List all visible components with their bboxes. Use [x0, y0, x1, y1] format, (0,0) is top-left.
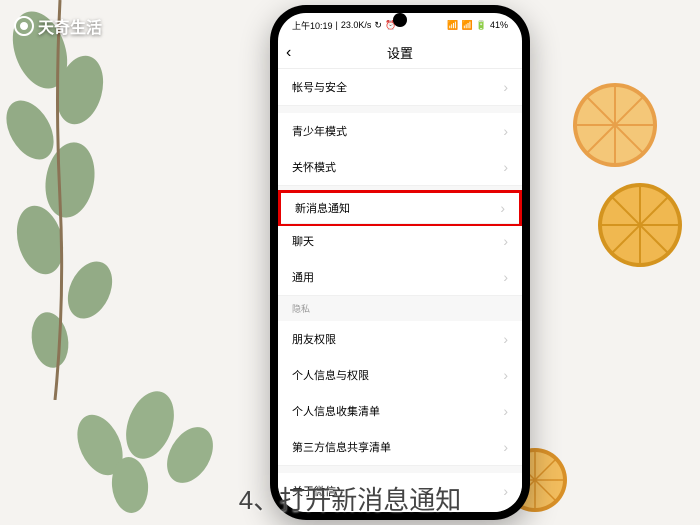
item-label: 个人信息收集清单 [292, 403, 380, 419]
section-label: 隐私 [292, 302, 310, 315]
watermark-text: 天奇生活 [38, 14, 102, 38]
item-friend-permissions[interactable]: 朋友权限 › [278, 321, 522, 357]
item-label: 新消息通知 [295, 200, 350, 216]
phone-screen: 上午10:19 | 23.0K/s ↻ ⏰ 📶 📶 🔋 41% ‹ 设置 帐号与… [278, 13, 522, 512]
settings-list[interactable]: 帐号与安全 › 青少年模式 › 关怀模式 › 新消息通知 › 聊天 › [278, 69, 522, 512]
status-time: 上午10:19 [292, 19, 333, 32]
decorative-leaves-left [0, 0, 180, 400]
item-general[interactable]: 通用 › [278, 259, 522, 295]
signal-icon: 📶 [447, 20, 458, 31]
watermark-icon [14, 16, 34, 36]
chevron-right-icon: › [503, 269, 508, 285]
item-care-mode[interactable]: 关怀模式 › [278, 149, 522, 185]
item-account-security[interactable]: 帐号与安全 › [278, 69, 522, 105]
item-third-party-sharing[interactable]: 第三方信息共享清单 › [278, 429, 522, 465]
item-label: 关怀模式 [292, 159, 336, 175]
item-label: 聊天 [292, 233, 314, 249]
chevron-right-icon: › [503, 123, 508, 139]
decorative-citrus-2 [595, 180, 685, 270]
item-personal-info-collection[interactable]: 个人信息收集清单 › [278, 393, 522, 429]
chevron-right-icon: › [503, 159, 508, 175]
item-personal-info-permissions[interactable]: 个人信息与权限 › [278, 357, 522, 393]
item-label: 通用 [292, 269, 314, 285]
watermark-logo: 天奇生活 [14, 14, 102, 38]
wifi-icon: 📶 [462, 20, 473, 31]
battery-icon: 🔋 [476, 20, 487, 31]
item-label: 个人信息与权限 [292, 367, 369, 383]
status-network: 23.0K/s [341, 20, 372, 30]
chevron-right-icon: › [503, 233, 508, 249]
decorative-leaves-bottom [60, 385, 240, 525]
chevron-right-icon: › [503, 403, 508, 419]
section-header-privacy: 隐私 [278, 295, 522, 321]
nav-header: ‹ 设置 [278, 37, 522, 69]
page-title: 设置 [387, 43, 413, 62]
battery-percent: 41% [490, 20, 508, 30]
item-chat[interactable]: 聊天 › [278, 223, 522, 259]
instruction-caption: 4、打开新消息通知 [239, 480, 461, 517]
decorative-citrus-1 [570, 80, 660, 170]
phone-frame: 上午10:19 | 23.0K/s ↻ ⏰ 📶 📶 🔋 41% ‹ 设置 帐号与… [270, 5, 530, 520]
item-new-message-notification[interactable]: 新消息通知 › [278, 190, 522, 226]
section-gap [278, 465, 522, 473]
section-gap [278, 105, 522, 113]
chevron-right-icon: › [503, 367, 508, 383]
chevron-right-icon: › [503, 79, 508, 95]
chevron-right-icon: › [503, 439, 508, 455]
sync-icon: ↻ [374, 20, 382, 31]
chevron-right-icon: › [503, 483, 508, 499]
chevron-right-icon: › [500, 200, 505, 216]
chevron-right-icon: › [503, 331, 508, 347]
item-label: 第三方信息共享清单 [292, 439, 391, 455]
phone-notch [393, 13, 407, 27]
item-label: 青少年模式 [292, 123, 347, 139]
back-button[interactable]: ‹ [286, 44, 291, 62]
item-youth-mode[interactable]: 青少年模式 › [278, 113, 522, 149]
item-label: 帐号与安全 [292, 79, 347, 95]
item-label: 朋友权限 [292, 331, 336, 347]
